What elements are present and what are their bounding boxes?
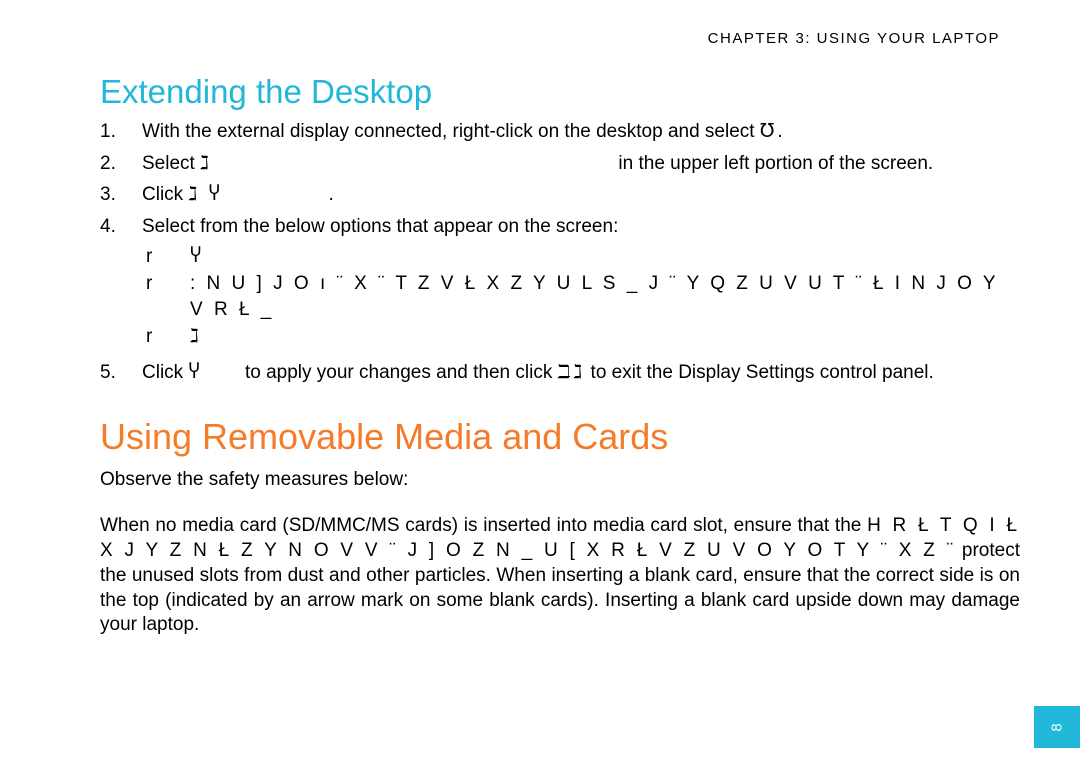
step-5: 5. Click Ⴤ to apply your changes and the… (100, 360, 1020, 386)
bullet-item: rℷ (142, 324, 1020, 350)
steps-list: 1. With the external display connected, … (100, 119, 1020, 386)
intro-text: Observe the safety measures below: (100, 468, 1020, 493)
step-number: 4. (100, 214, 142, 354)
page-number: 8 (1049, 723, 1066, 731)
bullet-item: r: N U ] J O ı ¨ X ¨ T Z V Ł X Z Y U L S… (142, 271, 1020, 322)
glyph-icon: ℷ Ⴤ (188, 184, 222, 205)
step-text: Select ℷ in the upper left portion of th… (142, 151, 1020, 177)
page-number-tab: 8 (1034, 706, 1080, 748)
step-text: Click ℷ Ⴤ . (142, 182, 1020, 208)
step-text: Click Ⴤ to apply your changes and then c… (142, 360, 1020, 386)
glyph-icon: ℷ (200, 153, 212, 174)
bullet-item: rჄ (142, 244, 1020, 270)
paragraph: When no media card (SD/MMC/MS cards) is … (100, 514, 1020, 637)
step-number: 1. (100, 119, 142, 145)
step-text: Select from the below options that appea… (142, 214, 1020, 354)
step-number: 2. (100, 151, 142, 177)
step-number: 5. (100, 360, 142, 386)
step-text: With the external display connected, rig… (142, 119, 1020, 145)
glyph-icon: Ⴤ (188, 362, 202, 383)
glyph-icon: ℶℷ (558, 362, 586, 383)
step-2: 2. Select ℷ in the upper left portion of… (100, 151, 1020, 177)
step-3: 3. Click ℷ Ⴤ . (100, 182, 1020, 208)
step-4: 4. Select from the below options that ap… (100, 214, 1020, 354)
step-1: 1. With the external display connected, … (100, 119, 1020, 145)
sub-bullets: rჄ r: N U ] J O ı ¨ X ¨ T Z V Ł X Z Y U … (142, 244, 1020, 351)
section-title-removable: Using Removable Media and Cards (100, 416, 1020, 458)
document-page: CHAPTER 3: USING YOUR LAPTOP Extending t… (0, 0, 1080, 668)
glyph-icon: ℧ (760, 121, 778, 142)
chapter-header: CHAPTER 3: USING YOUR LAPTOP (100, 30, 1020, 47)
section-title-extending: Extending the Desktop (100, 73, 1020, 111)
step-number: 3. (100, 182, 142, 208)
